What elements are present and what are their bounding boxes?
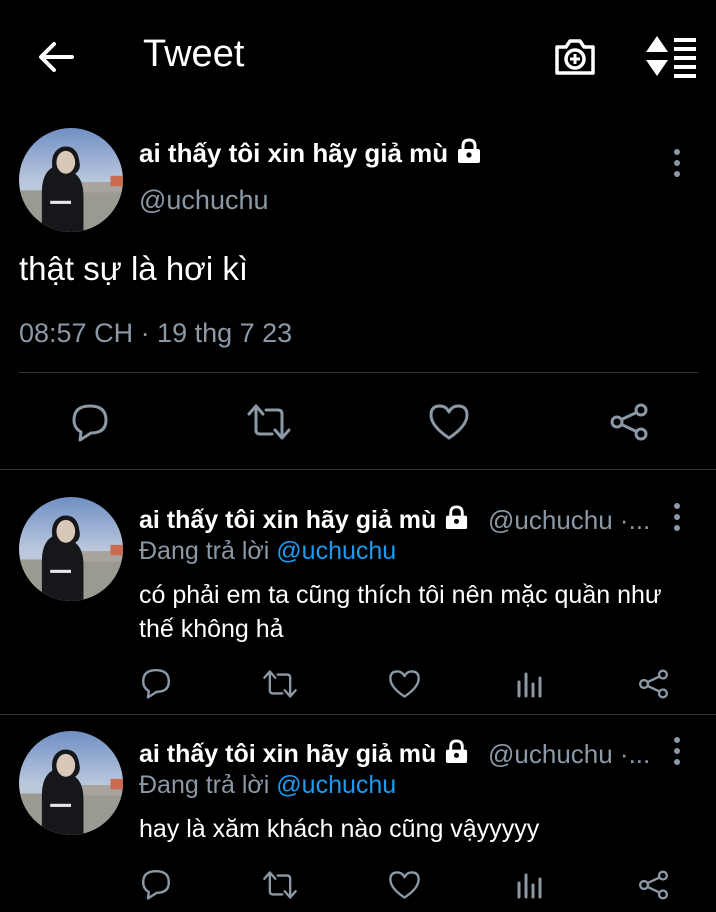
camera-plus-icon[interactable] xyxy=(553,34,597,78)
replying-to: Đang trả lời @uchuchu xyxy=(139,771,396,800)
replying-to: Đang trả lời @uchuchu xyxy=(139,537,396,566)
mention-link[interactable]: @uchuchu xyxy=(276,537,396,565)
tweet-timestamp[interactable]: 08:57 CH · 19 thg 7 23 xyxy=(19,318,292,349)
like-heart-icon[interactable] xyxy=(428,402,470,442)
reply-icon[interactable] xyxy=(140,667,172,699)
replying-label: Đang trả lời xyxy=(139,537,270,565)
more-options-icon[interactable] xyxy=(666,502,688,532)
reply-text: hay là xăm khách nào cũng vậyyyyy xyxy=(139,815,540,843)
tweet-text: thật sự là hơi kì xyxy=(19,250,248,287)
author-name[interactable]: ai thấy tôi xin hãy giả mù xyxy=(139,739,469,769)
analytics-icon[interactable] xyxy=(516,869,544,899)
avatar[interactable] xyxy=(19,731,123,835)
reply-icon[interactable] xyxy=(70,402,110,442)
arrow-left-icon[interactable] xyxy=(34,36,76,78)
analytics-icon[interactable] xyxy=(516,668,544,698)
author-handle[interactable]: @uchuchu xyxy=(139,185,269,216)
page-title: Tweet xyxy=(143,33,245,75)
more-options-icon[interactable] xyxy=(666,736,688,766)
share-icon[interactable] xyxy=(637,668,670,700)
lock-icon xyxy=(446,505,468,530)
author-handle[interactable]: @uchuchu ·... xyxy=(488,505,650,536)
sort-icon[interactable] xyxy=(644,34,698,78)
lock-icon xyxy=(446,739,468,764)
retweet-icon[interactable] xyxy=(246,402,292,442)
divider xyxy=(0,469,716,470)
avatar[interactable] xyxy=(19,128,123,232)
top-bar: Tweet xyxy=(0,0,716,115)
mention-link[interactable]: @uchuchu xyxy=(276,771,396,799)
author-handle[interactable]: @uchuchu ·... xyxy=(488,739,650,770)
author-name[interactable]: ai thấy tôi xin hãy giả mù xyxy=(139,138,482,169)
like-heart-icon[interactable] xyxy=(388,869,421,901)
share-icon[interactable] xyxy=(608,402,650,442)
share-icon[interactable] xyxy=(637,869,670,901)
divider xyxy=(19,372,698,373)
retweet-icon[interactable] xyxy=(262,869,298,901)
more-options-icon[interactable] xyxy=(666,148,688,178)
like-heart-icon[interactable] xyxy=(388,668,421,700)
author-name[interactable]: ai thấy tôi xin hãy giả mù xyxy=(139,505,469,535)
divider xyxy=(0,714,716,715)
avatar[interactable] xyxy=(19,497,123,601)
replying-label: Đang trả lời xyxy=(139,771,270,799)
lock-icon xyxy=(458,138,481,163)
reply-text: có phải em ta cũng thích tôi nên mặc quầ… xyxy=(139,581,662,643)
reply-icon[interactable] xyxy=(140,868,172,900)
retweet-icon[interactable] xyxy=(262,668,298,700)
